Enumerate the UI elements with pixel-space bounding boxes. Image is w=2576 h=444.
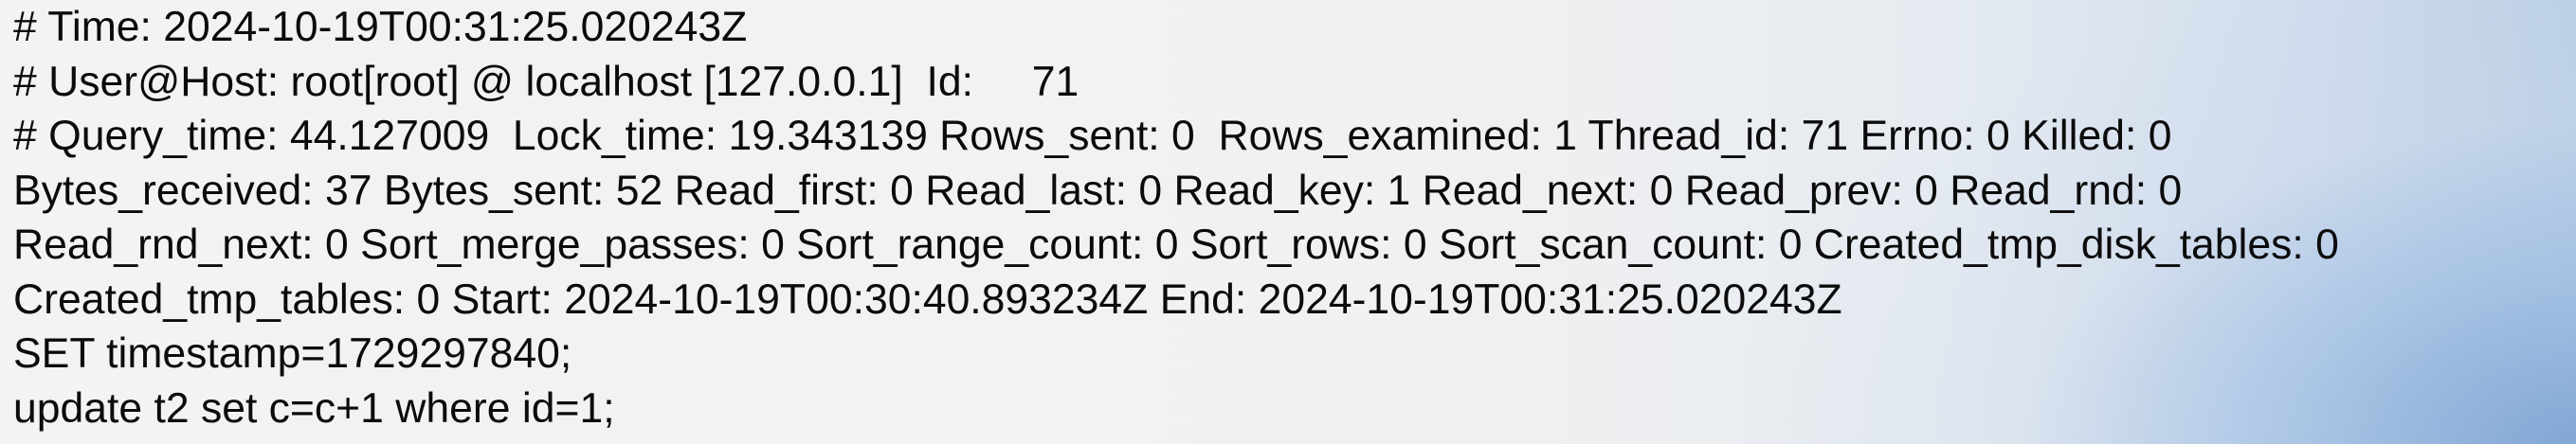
log-line-user-host: # User@Host: root[root] @ localhost [127… bbox=[13, 58, 1079, 105]
log-line-update-statement: update t2 set c=c+1 where id=1; bbox=[13, 384, 615, 432]
slow-query-log: # Time: 2024-10-19T00:31:25.020243Z # Us… bbox=[13, 0, 2572, 435]
log-line-time: # Time: 2024-10-19T00:31:25.020243Z bbox=[13, 4, 748, 50]
log-line-set-timestamp: SET timestamp=1729297840; bbox=[13, 330, 572, 377]
log-line-query-time: # Query_time: 44.127009 Lock_time: 19.34… bbox=[13, 113, 2172, 159]
log-line-read-sort: Read_rnd_next: 0 Sort_merge_passes: 0 So… bbox=[13, 222, 2339, 268]
log-line-bytes: Bytes_received: 37 Bytes_sent: 52 Read_f… bbox=[13, 167, 2183, 214]
log-line-start-end: Created_tmp_tables: 0 Start: 2024-10-19T… bbox=[13, 275, 1842, 323]
